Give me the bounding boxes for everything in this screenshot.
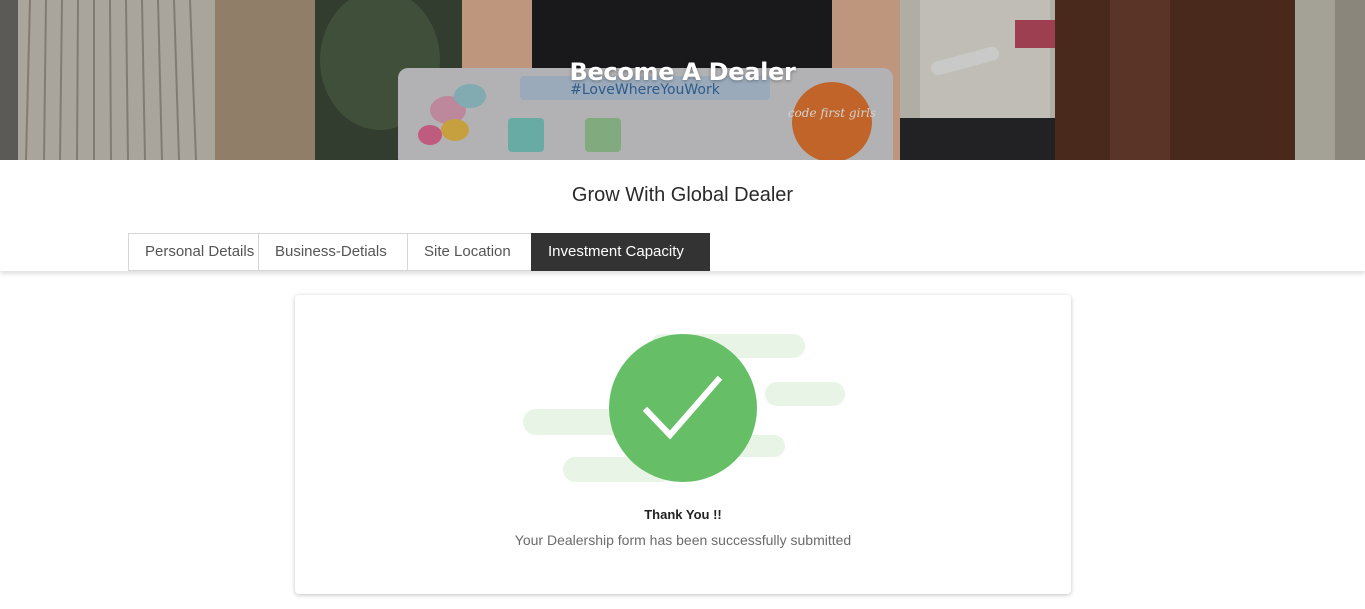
tab-bar: Personal Details Business-Detials Site L…	[0, 233, 1365, 271]
tab-site-location[interactable]: Site Location	[407, 233, 531, 271]
page-title: Become A Dealer	[569, 58, 796, 86]
tab-investment-capacity[interactable]: Investment Capacity	[531, 233, 710, 271]
check-circle-icon	[609, 334, 757, 482]
success-message: Your Dealership form has been successful…	[514, 532, 852, 548]
tab-personal-details[interactable]: Personal Details	[128, 233, 258, 271]
hero-banner: #LoveWhereYouWork code first girls Becom…	[0, 0, 1365, 160]
success-card: Thank You !! Your Dealership form has be…	[295, 295, 1071, 594]
tab-list: Personal Details Business-Detials Site L…	[128, 233, 710, 271]
section-subtitle: Grow With Global Dealer	[571, 184, 794, 206]
thank-you-heading: Thank You !!	[644, 507, 722, 522]
tab-business-details[interactable]: Business-Detials	[258, 233, 407, 271]
success-illustration	[523, 334, 845, 482]
